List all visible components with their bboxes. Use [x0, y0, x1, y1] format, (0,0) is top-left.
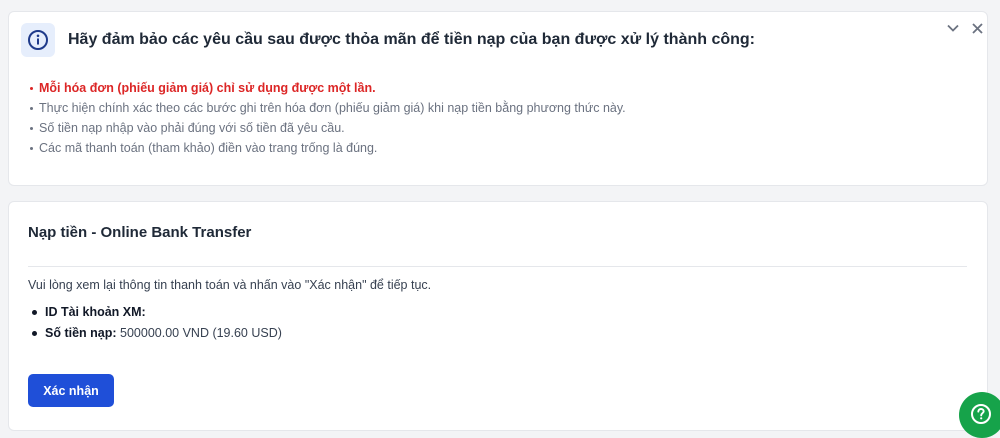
- requirement-item: Số tiền nạp nhập vào phải đúng với số ti…: [30, 118, 626, 138]
- deposit-card: Nạp tiền - Online Bank Transfer Vui lòng…: [8, 201, 988, 431]
- requirement-item: Các mã thanh toán (tham khảo) điền vào t…: [30, 138, 626, 158]
- help-icon: [970, 403, 992, 430]
- chevron-down-icon[interactable]: [945, 20, 961, 36]
- amount-label: Số tiền nạp:: [45, 326, 117, 340]
- amount-value: 500000.00 VND (19.60 USD): [120, 326, 282, 340]
- requirement-item: Thực hiện chính xác theo các bước ghi tr…: [30, 98, 626, 118]
- requirements-notice: Hãy đảm bảo các yêu cầu sau được thỏa mã…: [8, 11, 988, 186]
- requirements-list: Mỗi hóa đơn (phiếu giảm giá) chỉ sử dụng…: [29, 78, 626, 158]
- confirm-button[interactable]: Xác nhận: [28, 374, 114, 407]
- info-icon: [21, 23, 55, 57]
- amount-row: Số tiền nạp: 500000.00 VND (19.60 USD): [32, 323, 282, 344]
- payment-details: ID Tài khoản XM: Số tiền nạp: 500000.00 …: [28, 302, 282, 344]
- account-id-label: ID Tài khoản XM:: [45, 305, 146, 319]
- divider: [28, 266, 967, 267]
- requirement-item: Mỗi hóa đơn (phiếu giảm giá) chỉ sử dụng…: [30, 78, 626, 98]
- notice-title: Hãy đảm bảo các yêu cầu sau được thỏa mã…: [68, 31, 755, 48]
- help-button[interactable]: [959, 392, 1000, 438]
- notice-controls: [945, 20, 985, 36]
- deposit-title: Nạp tiền - Online Bank Transfer: [28, 224, 252, 241]
- account-id-row: ID Tài khoản XM:: [32, 302, 282, 323]
- notice-header: Hãy đảm bảo các yêu cầu sau được thỏa mã…: [21, 22, 975, 58]
- deposit-intro: Vui lòng xem lại thông tin thanh toán và…: [28, 278, 432, 292]
- close-icon[interactable]: [969, 20, 985, 36]
